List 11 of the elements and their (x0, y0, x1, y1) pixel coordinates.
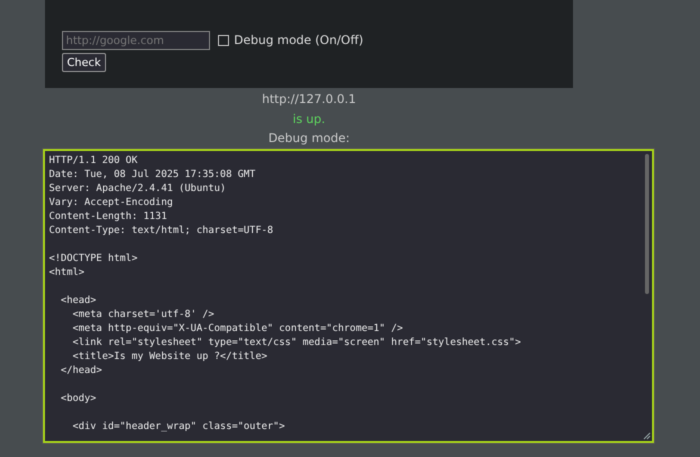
check-button[interactable]: Check (62, 53, 106, 72)
response-text: HTTP/1.1 200 OK Date: Tue, 08 Jul 2025 17:35:08 GMT Server: Apache/2.4.41 (Ubuntu) Vary: Accept-Encoding Content-Length: 1131 Content-Type: text/html; charset=UTF-8 <!DOCTYPE html> <html> <head> <meta charset='utf-8' /> <meta http-equiv="X-UA-Compatible" content="chrome=1" /> <link rel="stylesheet" type="text/css" media="screen" href="stylesheet.css"> <title>Is my Website up ?</title> </head> <body> <div id="header_wrap" class="outer"> (48, 154, 522, 434)
url-input-field[interactable]: http://google.com (62, 30, 210, 50)
status-text: is up. (292, 110, 326, 128)
scrollbar-thumb[interactable] (645, 154, 649, 294)
debug-mode-label: Debug mode: (268, 130, 350, 147)
response-text-area[interactable] (43, 148, 654, 442)
debug-checkbox-label[interactable]: Debug mode (On/Off) (234, 33, 364, 47)
resize-grip-icon[interactable] (643, 432, 651, 440)
checked-url: http://127.0.0.1 (262, 91, 356, 108)
debug-checkbox[interactable] (218, 34, 229, 46)
